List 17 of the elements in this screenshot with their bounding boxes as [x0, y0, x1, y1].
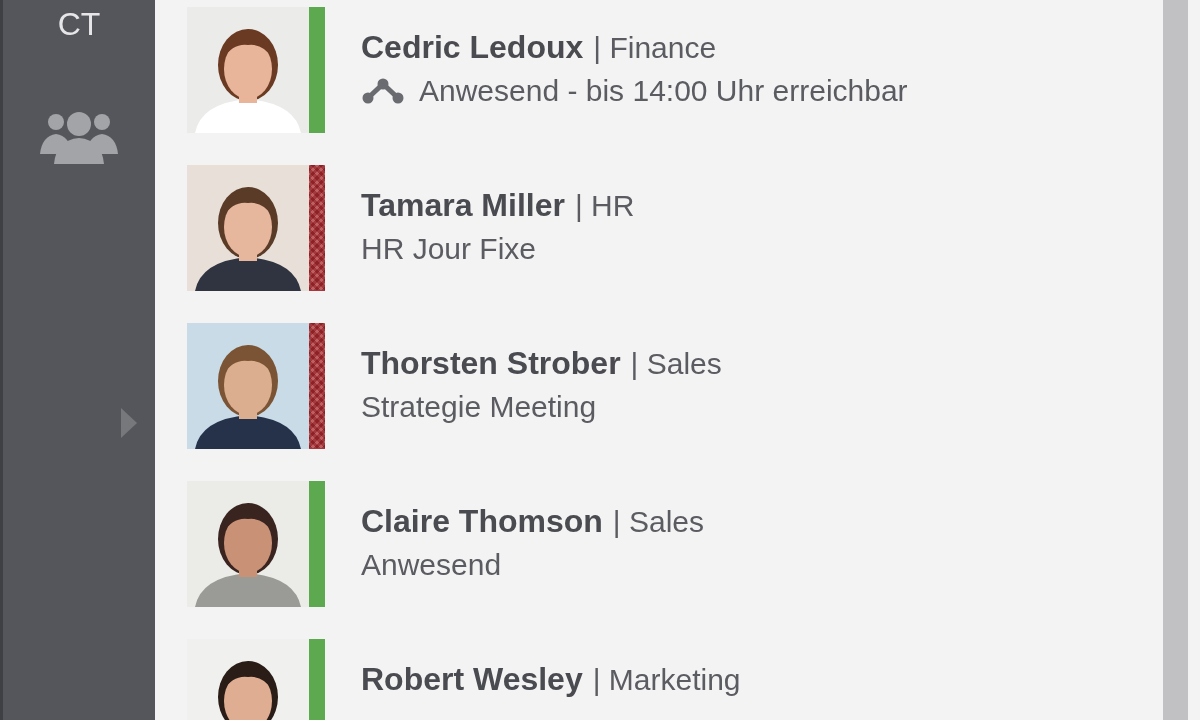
- contact-name: Thorsten Strober: [361, 345, 621, 382]
- status-note: Anwesend: [361, 548, 502, 582]
- contact-name: Claire Thomson: [361, 503, 603, 540]
- contact-name: Robert Wesley: [361, 661, 583, 698]
- status-note: HR Jour Fixe: [361, 232, 537, 266]
- expand-arrow-icon[interactable]: [121, 408, 137, 438]
- contact-name: Tamara Miller: [361, 187, 565, 224]
- contact-name: Cedric Ledoux: [361, 29, 584, 66]
- scrollbar[interactable]: [1163, 0, 1188, 720]
- department-label: | Finance: [593, 31, 717, 65]
- department-label: | Marketing: [592, 663, 741, 697]
- department-label: | HR: [574, 189, 635, 223]
- department-label: | Sales: [630, 347, 722, 381]
- status-note: Strategie Meeting: [361, 390, 597, 424]
- user-initials[interactable]: CT: [57, 6, 101, 42]
- status-note: Anwesend - bis 14:00 Uhr erreichbar: [419, 74, 908, 108]
- department-label: | Sales: [612, 505, 704, 539]
